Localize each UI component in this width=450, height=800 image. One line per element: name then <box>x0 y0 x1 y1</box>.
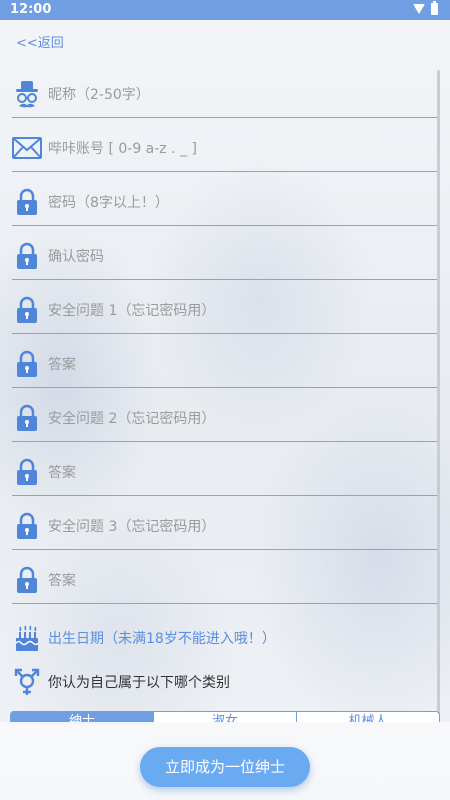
nickname-field[interactable]: 昵称（2-50字） <box>12 70 437 118</box>
password-field[interactable]: 密码（8字以上！） <box>12 178 437 226</box>
security-answer-2-placeholder: 答案 <box>48 464 76 481</box>
gentleman-icon <box>12 79 42 109</box>
lock-icon <box>12 349 42 379</box>
security-question-2-placeholder: 安全问题 2（忘记密码用） <box>48 410 216 427</box>
security-question-3-placeholder: 安全问题 3（忘记密码用） <box>48 518 216 535</box>
security-answer-1-placeholder: 答案 <box>48 356 76 373</box>
account-placeholder: 哔咔账号 [ 0-9 a-z . _ ] <box>48 140 197 157</box>
security-answer-3-placeholder: 答案 <box>48 572 76 589</box>
security-question-2-field[interactable]: 安全问题 2（忘记密码用） <box>12 394 437 442</box>
cake-icon <box>12 623 42 653</box>
envelope-icon <box>12 133 42 163</box>
birthday-picker[interactable]: 出生日期（未满18岁不能进入哦！） <box>12 614 437 662</box>
register-button[interactable]: 立即成为一位绅士 <box>140 747 310 787</box>
security-answer-1-field[interactable]: 答案 <box>12 340 437 388</box>
gender-question-label: 你认为自己属于以下哪个类别 <box>48 675 230 691</box>
birthday-label: 出生日期（未满18岁不能进入哦！） <box>48 631 276 647</box>
security-question-1-field[interactable]: 安全问题 1（忘记密码用） <box>12 286 437 334</box>
system-icons <box>413 1 438 15</box>
lock-icon <box>12 295 42 325</box>
gender-symbol-icon <box>12 667 42 697</box>
account-field[interactable]: 哔咔账号 [ 0-9 a-z . _ ] <box>12 124 437 172</box>
confirm-password-field[interactable]: 确认密码 <box>12 232 437 280</box>
security-answer-2-field[interactable]: 答案 <box>12 448 437 496</box>
security-answer-3-field[interactable]: 答案 <box>12 556 437 604</box>
gender-question: 你认为自己属于以下哪个类别 <box>12 658 437 706</box>
status-bar: 12:00 <box>0 0 450 20</box>
back-button[interactable]: <<返回 <box>16 32 64 51</box>
lock-icon <box>12 565 42 595</box>
battery-icon <box>431 1 438 15</box>
lock-icon <box>12 511 42 541</box>
security-question-3-field[interactable]: 安全问题 3（忘记密码用） <box>12 502 437 550</box>
wifi-icon <box>413 4 425 14</box>
confirm-password-placeholder: 确认密码 <box>48 248 104 265</box>
lock-icon <box>12 457 42 487</box>
lock-icon <box>12 403 42 433</box>
lock-icon <box>12 187 42 217</box>
password-placeholder: 密码（8字以上！） <box>48 194 169 211</box>
nickname-placeholder: 昵称（2-50字） <box>48 86 150 103</box>
scrollbar[interactable] <box>437 70 440 720</box>
status-time: 12:00 <box>10 2 52 17</box>
security-question-1-placeholder: 安全问题 1（忘记密码用） <box>48 302 216 319</box>
lock-icon <box>12 241 42 271</box>
